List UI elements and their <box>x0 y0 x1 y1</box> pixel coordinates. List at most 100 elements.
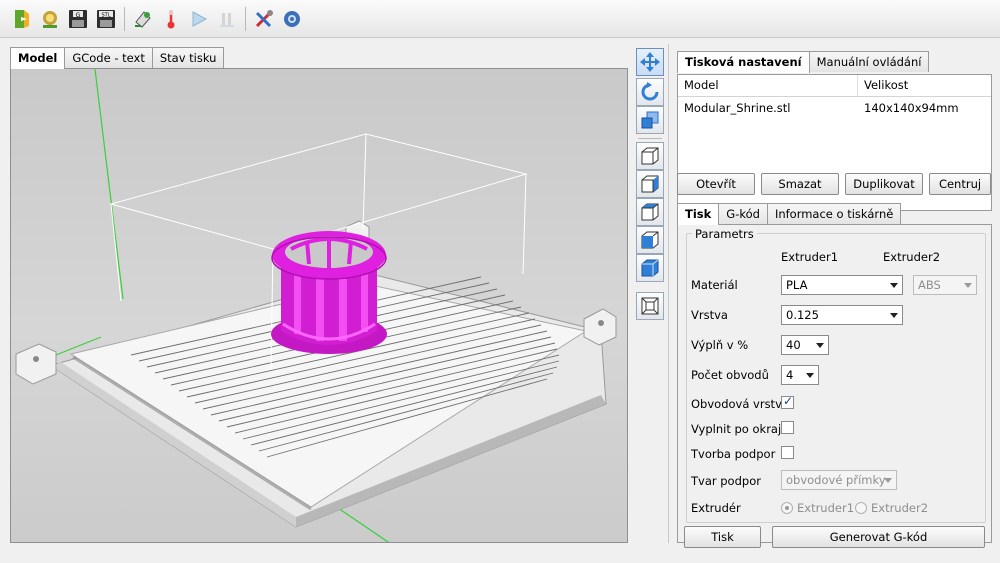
extruder1-header: Extruder1 <box>781 250 839 264</box>
open-button[interactable]: Otevřít <box>677 173 755 195</box>
duplicate-button[interactable]: Duplikovat <box>845 173 923 195</box>
perimeters-value: 4 <box>786 368 794 382</box>
settings-main-tabs: Tisková nastavení Manuální ovládání <box>677 51 930 73</box>
view-fit-button[interactable] <box>636 292 664 320</box>
main-toolbar: G STL <box>0 0 1000 38</box>
view-side-button[interactable] <box>636 170 664 198</box>
temperature-icon[interactable] <box>159 7 183 31</box>
extruder2-radio[interactable] <box>855 502 867 514</box>
support-shape-label: Tvar podpor <box>691 474 761 488</box>
tools-icon[interactable] <box>252 7 276 31</box>
generate-gcode-button[interactable]: Generovat G-kód <box>772 526 985 548</box>
tab-model[interactable]: Model <box>10 47 66 69</box>
move-arrows-icon <box>640 52 660 72</box>
center-button[interactable]: Centruj <box>929 173 991 195</box>
material-extruder2-value: ABS <box>918 278 941 292</box>
viewport-scene <box>15 69 617 542</box>
3d-viewport[interactable] <box>10 68 628 543</box>
rotate-icon <box>641 82 659 101</box>
material-extruder1-value: PLA <box>786 278 808 292</box>
parameters-group-title: Parametrs <box>692 227 757 241</box>
material-extruder1-select[interactable]: PLA <box>781 275 903 295</box>
infill-label: Výplň v % <box>691 338 749 352</box>
layer-select[interactable]: 0.125 <box>781 305 903 325</box>
tab-manual-control[interactable]: Manuální ovládání <box>808 51 930 72</box>
tab-print-settings[interactable]: Tisková nastavení <box>677 51 810 73</box>
fill-to-edge-checkbox[interactable] <box>781 421 794 434</box>
chevron-down-icon <box>884 478 892 483</box>
view-iso-button[interactable] <box>636 254 664 282</box>
slice-icon[interactable] <box>131 7 155 31</box>
load-model-icon[interactable] <box>38 7 62 31</box>
model-size-cell: 140x140x94mm <box>864 101 959 115</box>
view-tabs: Model GCode - text Stav tisku <box>10 47 225 69</box>
chevron-down-icon <box>806 373 814 378</box>
cube-side-icon <box>641 175 659 193</box>
scale-view-button[interactable] <box>636 106 664 134</box>
perimeter-layer-checkbox[interactable] <box>781 394 794 409</box>
extruder1-radio[interactable] <box>781 502 793 514</box>
extruder2-header: Extruder2 <box>883 250 941 264</box>
cube-iso-icon <box>641 259 659 277</box>
view-back-button[interactable] <box>636 226 664 254</box>
y-axis-line <box>94 69 124 300</box>
perimeters-select[interactable]: 4 <box>781 365 819 385</box>
tab-print[interactable]: Tisk <box>677 203 720 225</box>
tab-gcode-text[interactable]: GCode - text <box>64 47 153 68</box>
infill-value: 40 <box>786 338 801 352</box>
extruder-label: Extrudér <box>691 501 741 515</box>
fit-frame-icon <box>641 297 659 315</box>
pause-icon[interactable] <box>215 7 239 31</box>
view-top-button[interactable] <box>636 198 664 226</box>
extruder1-radio-label: Extruder1 <box>797 501 855 515</box>
scale-icon <box>641 111 659 129</box>
chevron-down-icon <box>816 343 824 348</box>
settings-icon[interactable] <box>280 7 304 31</box>
layer-value: 0.125 <box>786 308 819 322</box>
chevron-down-icon <box>890 313 898 318</box>
right-panel: Tisková nastavení Manuální ovládání Mode… <box>668 44 1000 548</box>
perimeter-layer-label: Obvodová vrstva <box>691 397 789 411</box>
perimeters-label: Počet obvodů <box>691 368 769 382</box>
save-stl-icon[interactable]: STL <box>94 7 118 31</box>
print-settings-tabs: Tisk G-kód Informace o tiskárně <box>677 203 902 225</box>
move-view-button[interactable] <box>636 48 664 76</box>
cube-top-icon <box>641 203 659 221</box>
cube-front-icon <box>641 147 659 165</box>
infill-select[interactable]: 40 <box>781 335 829 355</box>
table-row[interactable]: Modular_Shrine.stl 140x140x94mm <box>678 97 991 119</box>
supports-checkbox[interactable] <box>781 446 794 459</box>
support-shape-value: obvodové přímky <box>786 473 886 487</box>
save-gcode-badge: G <box>76 12 81 19</box>
rotate-view-button[interactable] <box>636 78 664 106</box>
chevron-down-icon <box>890 283 898 288</box>
toolbar-separator <box>245 6 246 31</box>
delete-button[interactable]: Smazat <box>761 173 839 195</box>
print-button[interactable]: Tisk <box>684 526 761 548</box>
column-header-model[interactable]: Model <box>678 75 858 96</box>
save-gcode-icon[interactable]: G <box>66 7 90 31</box>
model-modular-shrine <box>271 231 387 354</box>
support-shape-select[interactable]: obvodové přímky <box>781 470 897 490</box>
print-settings-panel: Parametrs Extruder1 Extruder2 Materiál P… <box>677 224 992 548</box>
extruder2-radio-label: Extruder2 <box>871 501 929 515</box>
tab-gcode[interactable]: G-kód <box>718 203 768 224</box>
play-icon[interactable] <box>187 7 211 31</box>
material-label: Materiál <box>691 278 738 292</box>
tab-print-status[interactable]: Stav tisku <box>151 47 225 68</box>
chevron-down-icon <box>964 283 972 288</box>
model-name-cell: Modular_Shrine.stl <box>684 101 791 115</box>
material-extruder2-select[interactable]: ABS <box>913 275 977 295</box>
open-icon[interactable] <box>10 7 34 31</box>
column-header-size[interactable]: Velikost <box>858 75 988 96</box>
fill-to-edge-label: Vyplnit po okraj <box>691 422 782 436</box>
supports-label: Tvorba podpor <box>691 447 776 461</box>
view-front-button[interactable] <box>636 142 664 170</box>
layer-label: Vrstva <box>691 308 728 322</box>
save-stl-badge: STL <box>101 12 110 18</box>
parameters-group: Parametrs Extruder1 Extruder2 Materiál P… <box>686 227 986 523</box>
toolbar-separator <box>124 6 125 31</box>
table-header: Model Velikost <box>678 75 991 97</box>
tab-printer-info[interactable]: Informace o tiskárně <box>766 203 902 224</box>
cube-back-icon <box>641 231 659 249</box>
